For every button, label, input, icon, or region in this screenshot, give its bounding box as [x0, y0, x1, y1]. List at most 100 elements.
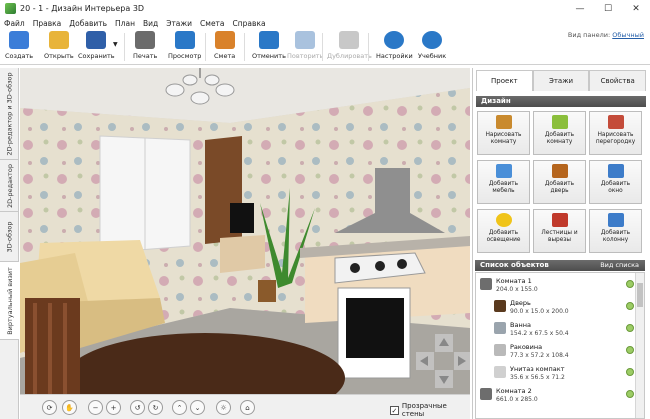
settings-button[interactable]: Настройки	[376, 31, 413, 63]
save-button[interactable]: Сохранить	[78, 31, 115, 63]
add-room-button[interactable]: Добавить комнату	[533, 111, 586, 155]
list-view-toggle[interactable]: Вид списка	[600, 260, 639, 271]
tab-virtual-visit[interactable]: Виртуальный визит	[0, 262, 19, 340]
visibility-icon[interactable]	[626, 346, 634, 354]
object-list-title: Список объектов	[480, 261, 549, 269]
zoom-in-icon[interactable]: +	[106, 400, 121, 415]
redo-button[interactable]: Повторить	[287, 31, 323, 63]
tab-3d-view[interactable]: 3D-обзор	[0, 212, 19, 262]
tilt-up-icon[interactable]: ⌃	[172, 400, 187, 415]
list-item[interactable]: Ванна 154.2 x 67.5 x 50.4	[476, 319, 636, 340]
draw-room-button[interactable]: Нарисовать комнату	[477, 111, 530, 155]
rotate-360-icon[interactable]: ⟳	[42, 400, 57, 415]
view-panel-value[interactable]: Обычный	[612, 31, 644, 39]
main-toolbar: Создать Открыть Сохранить ▼ Печать Просм…	[0, 29, 650, 65]
menu-plan[interactable]: План	[115, 19, 135, 28]
tutorial-button[interactable]: Учебник	[418, 31, 446, 63]
zoom-out-icon[interactable]: −	[88, 400, 103, 415]
add-door-button[interactable]: Добавить дверь	[533, 160, 586, 204]
help-icon	[422, 31, 443, 49]
door-icon	[494, 300, 506, 312]
list-item[interactable]: Комната 1 204.0 x 155.0	[476, 275, 636, 296]
estimate-button[interactable]: Смета	[214, 31, 235, 63]
menu-estimate[interactable]: Смета	[200, 19, 224, 28]
rotate-left-icon[interactable]: ↺	[130, 400, 145, 415]
tab-project[interactable]: Проект	[476, 70, 533, 91]
list-item[interactable]: Дверь 90.0 x 15.0 x 200.0	[476, 297, 636, 318]
maximize-button[interactable]: ☐	[594, 0, 622, 17]
redo-icon	[295, 31, 316, 49]
app-icon	[5, 3, 16, 14]
open-folder-icon	[48, 31, 69, 49]
object-list[interactable]: Комната 1 204.0 x 155.0 Дверь 90.0 x 15.…	[475, 272, 645, 419]
chair	[25, 298, 80, 394]
tab-2d-and-3d[interactable]: 2D-редактор и 3D-обзор	[0, 68, 19, 160]
visibility-icon[interactable]	[626, 324, 634, 332]
tab-2d-editor[interactable]: 2D-редактор	[0, 160, 19, 212]
partition-icon	[607, 115, 624, 129]
duplicate-icon	[339, 31, 360, 49]
visibility-icon[interactable]	[626, 390, 634, 398]
duplicate-button[interactable]: Дублировать	[327, 31, 372, 63]
draw-room-icon	[495, 115, 512, 129]
window-title: 20 - 1 - Дизайн Интерьера 3D	[20, 4, 145, 13]
view-panel-selector[interactable]: Вид панели: Обычный	[568, 31, 644, 39]
preview-label: Просмотр	[168, 52, 202, 60]
3d-viewport[interactable]	[20, 68, 470, 394]
list-item[interactable]: Комната 2 661.0 x 285.0	[476, 385, 636, 406]
list-item[interactable]: Раковина 77.3 x 57.2 x 108.4	[476, 341, 636, 362]
window-icon	[607, 164, 624, 178]
object-list-scrollbar[interactable]	[635, 273, 644, 418]
tilt-down-icon[interactable]: ⌄	[190, 400, 205, 415]
minimize-button[interactable]: —	[566, 0, 594, 17]
tab-properties[interactable]: Свойства	[589, 70, 647, 91]
draw-partition-button[interactable]: Нарисовать перегородку	[589, 111, 642, 155]
rotate-right-icon[interactable]: ↻	[148, 400, 163, 415]
redo-label: Повторить	[287, 52, 324, 60]
list-item[interactable]: Унитаз компакт 35.6 x 56.5 x 71.2	[476, 363, 636, 384]
menu-floors[interactable]: Этажи	[166, 19, 192, 28]
object-list-header: Список объектов Вид списка	[475, 260, 645, 271]
new-button[interactable]: Создать	[5, 31, 33, 63]
undo-button[interactable]: Отменить	[252, 31, 286, 63]
save-label: Сохранить	[78, 52, 115, 60]
furniture-icon	[495, 164, 512, 178]
sink-icon	[494, 344, 506, 356]
save-dropdown-icon[interactable]: ▼	[113, 41, 118, 48]
print-button[interactable]: Печать	[133, 31, 157, 63]
scroll-thumb[interactable]	[637, 283, 643, 307]
stairs-cutouts-button[interactable]: Лестницы и вырезы	[533, 209, 586, 253]
visibility-icon[interactable]	[626, 280, 634, 288]
3d-scene	[20, 68, 470, 394]
menu-edit[interactable]: Правка	[33, 19, 62, 28]
add-column-button[interactable]: Добавить колонну	[589, 209, 642, 253]
add-window-button[interactable]: Добавить окно	[589, 160, 642, 204]
visibility-icon[interactable]	[626, 368, 634, 376]
menu-view[interactable]: Вид	[143, 19, 158, 28]
menu-file[interactable]: Файл	[4, 19, 25, 28]
open-label: Открыть	[44, 52, 74, 60]
preview-button[interactable]: Просмотр	[168, 31, 201, 63]
view-mode-tabs: 2D-редактор и 3D-обзор 2D-редактор 3D-об…	[0, 68, 19, 419]
tv-stand	[220, 235, 265, 273]
tv	[230, 203, 254, 233]
add-room-icon	[551, 115, 568, 129]
add-lighting-button[interactable]: Добавить освещение	[477, 209, 530, 253]
pan-hand-icon[interactable]: ✋	[62, 400, 77, 415]
open-button[interactable]: Открыть	[44, 31, 74, 63]
door-icon	[551, 164, 568, 178]
transparent-walls-toggle[interactable]: ✓ Прозрачные стены	[390, 402, 470, 418]
menu-bar: Файл Правка Добавить План Вид Этажи Смет…	[0, 17, 650, 29]
close-button[interactable]: ✕	[622, 0, 650, 17]
home-icon[interactable]: ⌂	[240, 400, 255, 415]
monitor-icon	[174, 31, 195, 49]
menu-help[interactable]: Справка	[233, 19, 266, 28]
transparent-walls-checkbox[interactable]: ✓	[390, 405, 399, 415]
add-furniture-button[interactable]: Добавить мебель	[477, 160, 530, 204]
light-bulb-icon[interactable]: ☼	[216, 400, 231, 415]
menu-add[interactable]: Добавить	[69, 19, 107, 28]
stairs-icon	[551, 213, 568, 227]
bathtub-icon	[494, 322, 506, 334]
visibility-icon[interactable]	[626, 302, 634, 310]
tab-floors[interactable]: Этажи	[532, 70, 590, 91]
